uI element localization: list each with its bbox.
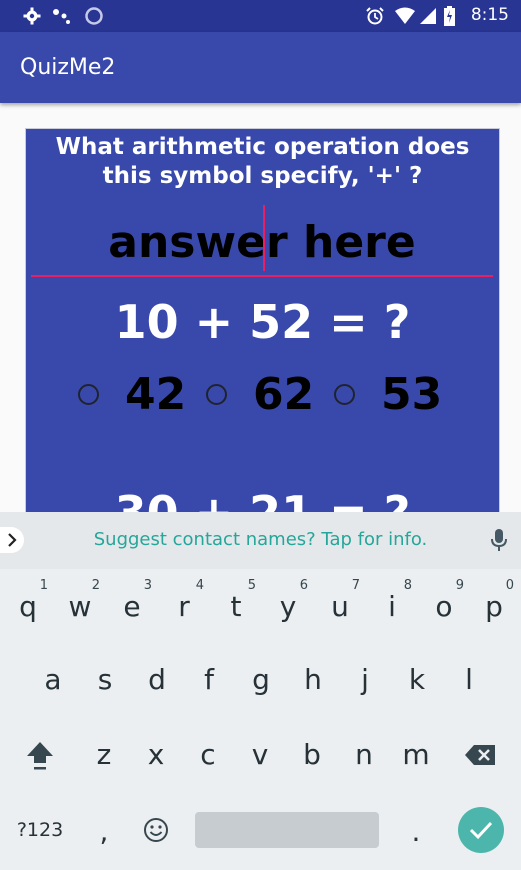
settings-icon: [22, 6, 42, 26]
key-hint: 8: [403, 578, 412, 593]
text-cursor: [263, 205, 265, 271]
key-hint: 6: [299, 578, 308, 593]
radio-circle[interactable]: [334, 384, 355, 405]
key-o[interactable]: o9: [420, 577, 468, 637]
key-q[interactable]: q1: [4, 577, 52, 637]
key-label: e: [123, 590, 141, 623]
key-c[interactable]: c: [184, 725, 232, 785]
key-g[interactable]: g: [237, 650, 285, 710]
space-bar[interactable]: [195, 812, 379, 848]
app-notification-icon: [52, 6, 72, 26]
key-hint: 3: [143, 578, 152, 593]
symbols-key[interactable]: ?123: [10, 800, 70, 860]
clock: 8:15: [470, 5, 509, 25]
backspace-icon[interactable]: [456, 725, 504, 785]
key-n[interactable]: n: [340, 725, 388, 785]
wifi-icon: [393, 6, 417, 26]
key-r[interactable]: r4: [160, 577, 208, 637]
suggestion-text[interactable]: Suggest contact names? Tap for info.: [0, 529, 521, 550]
key-a[interactable]: a: [29, 650, 77, 710]
emoji-icon[interactable]: [132, 800, 180, 860]
key-hint: 9: [455, 578, 464, 593]
key-b[interactable]: b: [288, 725, 336, 785]
period-key[interactable]: .: [392, 802, 440, 862]
option-label: 42: [125, 369, 187, 420]
key-p[interactable]: p0: [470, 577, 518, 637]
suggestion-strip: Suggest contact names? Tap for info.: [0, 512, 521, 569]
status-bar: 8:15: [0, 0, 521, 32]
key-d[interactable]: d: [133, 650, 181, 710]
key-hint: 4: [195, 578, 204, 593]
key-label: o: [435, 590, 453, 623]
radio-circle[interactable]: [206, 384, 227, 405]
key-j[interactable]: j: [341, 650, 389, 710]
answer-input[interactable]: answer here: [31, 205, 493, 277]
enter-check-icon[interactable]: [458, 807, 504, 853]
app-title: QuizMe2: [20, 55, 116, 80]
equation-text: 10 + 52 = ?: [114, 295, 411, 349]
key-hint: 5: [247, 578, 256, 593]
soft-keyboard: Suggest contact names? Tap for info. q1 …: [0, 512, 521, 870]
key-i[interactable]: i8: [368, 577, 416, 637]
key-hint: 7: [351, 578, 360, 593]
cell-signal-icon: [418, 6, 438, 26]
key-label: p: [485, 590, 503, 623]
key-hint: 0: [505, 578, 514, 593]
key-label: w: [68, 590, 92, 623]
option-radio-1[interactable]: 42: [78, 369, 186, 420]
key-s[interactable]: s: [81, 650, 129, 710]
key-label: t: [230, 590, 242, 623]
key-label: q: [19, 590, 37, 623]
answer-placeholder: answer here: [108, 217, 416, 268]
option-radio-3[interactable]: 53: [334, 369, 442, 420]
key-label: i: [388, 590, 396, 623]
key-f[interactable]: f: [185, 650, 233, 710]
key-hint: 2: [91, 578, 100, 593]
question-text: What arithmetic operation does this symb…: [55, 134, 470, 189]
app-bar: QuizMe2: [0, 32, 521, 103]
key-m[interactable]: m: [392, 725, 440, 785]
key-label: u: [331, 590, 349, 623]
alarm-icon: [365, 6, 385, 26]
key-h[interactable]: h: [289, 650, 337, 710]
option-label: 53: [381, 369, 443, 420]
mic-icon[interactable]: [489, 528, 509, 552]
key-x[interactable]: x: [132, 725, 180, 785]
key-hint: 1: [39, 578, 48, 593]
shift-icon[interactable]: [16, 725, 64, 785]
quiz-card: What arithmetic operation does this symb…: [25, 128, 500, 550]
key-e[interactable]: e3: [108, 577, 156, 637]
option-label: 62: [253, 369, 315, 420]
key-t[interactable]: t5: [212, 577, 260, 637]
key-v[interactable]: v: [236, 725, 284, 785]
key-k[interactable]: k: [393, 650, 441, 710]
radio-circle[interactable]: [78, 384, 99, 405]
option-radio-2[interactable]: 62: [206, 369, 314, 420]
key-label: r: [178, 590, 190, 623]
key-y[interactable]: y6: [264, 577, 312, 637]
sync-icon: [84, 6, 104, 26]
key-l[interactable]: l: [445, 650, 493, 710]
key-u[interactable]: u7: [316, 577, 364, 637]
key-label: y: [279, 590, 297, 623]
key-z[interactable]: z: [80, 725, 128, 785]
battery-charging-icon: [442, 6, 456, 26]
comma-key[interactable]: ,: [80, 802, 128, 862]
key-w[interactable]: w2: [56, 577, 104, 637]
